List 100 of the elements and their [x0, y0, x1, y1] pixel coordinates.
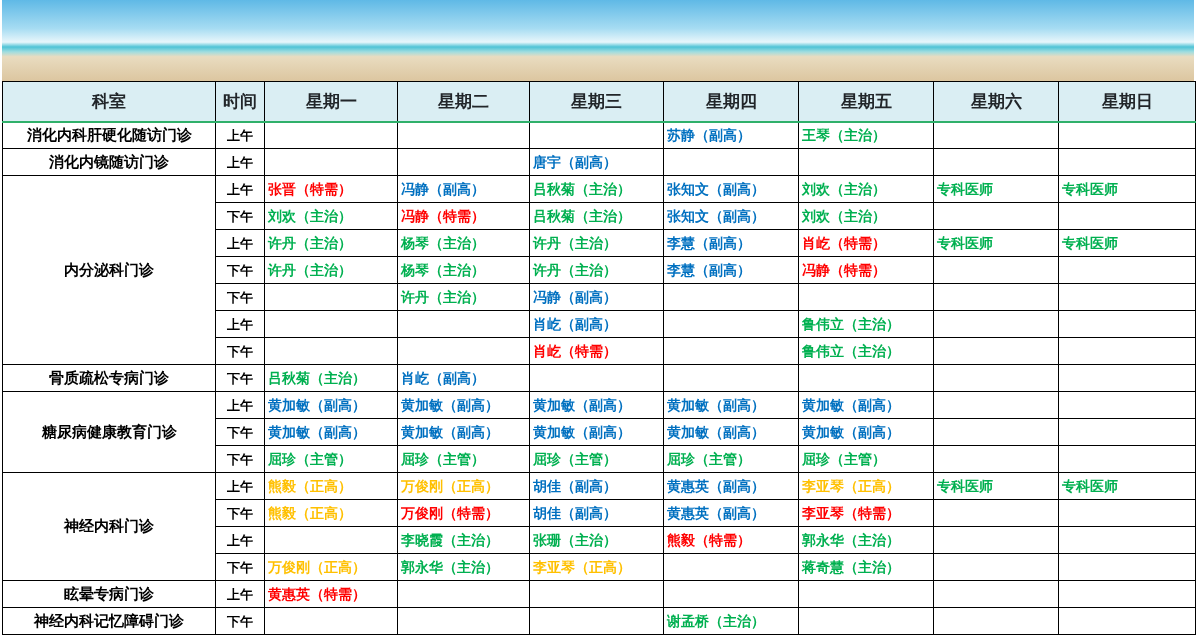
time-cell: 上午: [215, 175, 265, 203]
department-name: 神经内科记忆障碍门诊: [2, 607, 216, 635]
doctor-cell: 吕秋菊（主治）: [529, 202, 664, 230]
doctor-cell: 万俊刚（特需）: [397, 499, 530, 527]
doctor-cell: 李慧（副高）: [663, 256, 799, 284]
time-cell: 下午: [215, 553, 265, 581]
doctor-cell: 万俊刚（正高）: [397, 472, 530, 500]
column-header: 星期二: [397, 81, 530, 122]
doctor-cell: 肖屹（副高）: [529, 310, 664, 338]
doctor-cell: 屈珍（主管）: [663, 445, 799, 473]
doctor-cell: 王琴（主治）: [798, 121, 934, 149]
doctor-cell: 郭永华（主治）: [397, 553, 530, 581]
doctor-cell: 专科医师: [1058, 175, 1196, 203]
doctor-cell: 李慧（副高）: [663, 229, 799, 257]
time-cell: 上午: [215, 526, 265, 554]
doctor-cell: 冯静（特需）: [397, 202, 530, 230]
doctor-cell: 刘欢（主治）: [798, 175, 934, 203]
doctor-cell: 黄加敏（副高）: [264, 391, 398, 419]
column-header: 星期五: [798, 81, 934, 122]
doctor-cell: 黄惠英（特需）: [264, 580, 398, 608]
doctor-cell: 李亚琴（正高）: [529, 553, 664, 581]
department-name: 消化内镜随访门诊: [2, 148, 216, 176]
doctor-cell: 唐宇（副高）: [529, 148, 664, 176]
doctor-cell: 屈珍（主管）: [397, 445, 530, 473]
doctor-cell: 万俊刚（正高）: [264, 553, 398, 581]
department-name: 消化内科肝硬化随访门诊: [2, 121, 216, 149]
time-cell: 上午: [215, 148, 265, 176]
time-cell: 下午: [215, 499, 265, 527]
doctor-cell: 许丹（主治）: [529, 229, 664, 257]
doctor-cell: 胡佳（副高）: [529, 499, 664, 527]
time-cell: 下午: [215, 337, 265, 365]
doctor-cell: 刘欢（主治）: [798, 202, 934, 230]
doctor-cell: 专科医师: [1058, 229, 1196, 257]
department-name: 眩晕专病门诊: [2, 580, 216, 608]
doctor-cell: 黄加敏（副高）: [264, 418, 398, 446]
doctor-cell: 黄加敏（副高）: [798, 418, 934, 446]
department-name: 神经内科门诊: [2, 472, 216, 581]
doctor-cell: 黄惠英（副高）: [663, 472, 799, 500]
doctor-cell: 张晋（特需）: [264, 175, 398, 203]
time-cell: 上午: [215, 580, 265, 608]
time-cell: 下午: [215, 607, 265, 635]
column-header: 星期四: [663, 81, 799, 122]
time-cell: 下午: [215, 445, 265, 473]
time-cell: 下午: [215, 256, 265, 284]
time-cell: 上午: [215, 310, 265, 338]
doctor-cell: 黄加敏（副高）: [397, 391, 530, 419]
doctor-cell: 屈珍（主管）: [798, 445, 934, 473]
doctor-cell: 专科医师: [933, 175, 1059, 203]
doctor-cell: 李晓霞（主治）: [397, 526, 530, 554]
doctor-cell: 黄加敏（副高）: [798, 391, 934, 419]
doctor-cell: 冯静（特需）: [798, 256, 934, 284]
doctor-cell: 专科医师: [1058, 472, 1196, 500]
doctor-cell: 黄加敏（副高）: [663, 391, 799, 419]
column-header: 星期一: [264, 81, 398, 122]
doctor-cell: 冯静（副高）: [529, 283, 664, 311]
column-header: 时间: [215, 81, 265, 122]
doctor-cell: 刘欢（主治）: [264, 202, 398, 230]
doctor-cell: 李亚琴（特需）: [798, 499, 934, 527]
time-cell: 下午: [215, 418, 265, 446]
time-cell: 上午: [215, 472, 265, 500]
department-name: 糖尿病健康教育门诊: [2, 391, 216, 473]
doctor-cell: 李亚琴（正高）: [798, 472, 934, 500]
time-cell: 下午: [215, 283, 265, 311]
column-header: 科室: [2, 81, 216, 122]
time-cell: 下午: [215, 202, 265, 230]
time-cell: 上午: [215, 121, 265, 149]
doctor-cell: 熊毅（特需）: [663, 526, 799, 554]
doctor-cell: 谢孟桥（主治）: [663, 607, 799, 635]
doctor-cell: 肖屹（特需）: [529, 337, 664, 365]
doctor-cell: 黄加敏（副高）: [529, 418, 664, 446]
doctor-cell: 黄加敏（副高）: [663, 418, 799, 446]
doctor-cell: 郭永华（主治）: [798, 526, 934, 554]
column-header: 星期六: [933, 81, 1059, 122]
doctor-cell: 熊毅（正高）: [264, 499, 398, 527]
doctor-cell: 鲁伟立（主治）: [798, 310, 934, 338]
doctor-cell: 熊毅（正高）: [264, 472, 398, 500]
column-header: 星期日: [1058, 81, 1196, 122]
doctor-cell: 张知文（副高）: [663, 175, 799, 203]
doctor-cell: 专科医师: [933, 229, 1059, 257]
doctor-cell: 黄加敏（副高）: [529, 391, 664, 419]
doctor-cell: 屈珍（主管）: [529, 445, 664, 473]
doctor-cell: 杨琴（主治）: [397, 229, 530, 257]
doctor-cell: 黄惠英（副高）: [663, 499, 799, 527]
time-cell: 下午: [215, 364, 265, 392]
time-cell: 上午: [215, 229, 265, 257]
time-cell: 上午: [215, 391, 265, 419]
doctor-cell: 苏静（副高）: [663, 121, 799, 149]
doctor-cell: 许丹（主治）: [264, 229, 398, 257]
doctor-cell: 黄加敏（副高）: [397, 418, 530, 446]
doctor-cell: 张知文（副高）: [663, 202, 799, 230]
doctor-cell: 许丹（主治）: [397, 283, 530, 311]
doctor-cell: 专科医师: [933, 472, 1059, 500]
department-name: 内分泌科门诊: [2, 175, 216, 365]
doctor-cell: 杨琴（主治）: [397, 256, 530, 284]
doctor-cell: 张珊（主治）: [529, 526, 664, 554]
doctor-cell: 吕秋菊（主治）: [264, 364, 398, 392]
doctor-cell: 鲁伟立（主治）: [798, 337, 934, 365]
doctor-cell: 胡佳（副高）: [529, 472, 664, 500]
doctor-cell: 屈珍（主管）: [264, 445, 398, 473]
doctor-cell: 冯静（副高）: [397, 175, 530, 203]
